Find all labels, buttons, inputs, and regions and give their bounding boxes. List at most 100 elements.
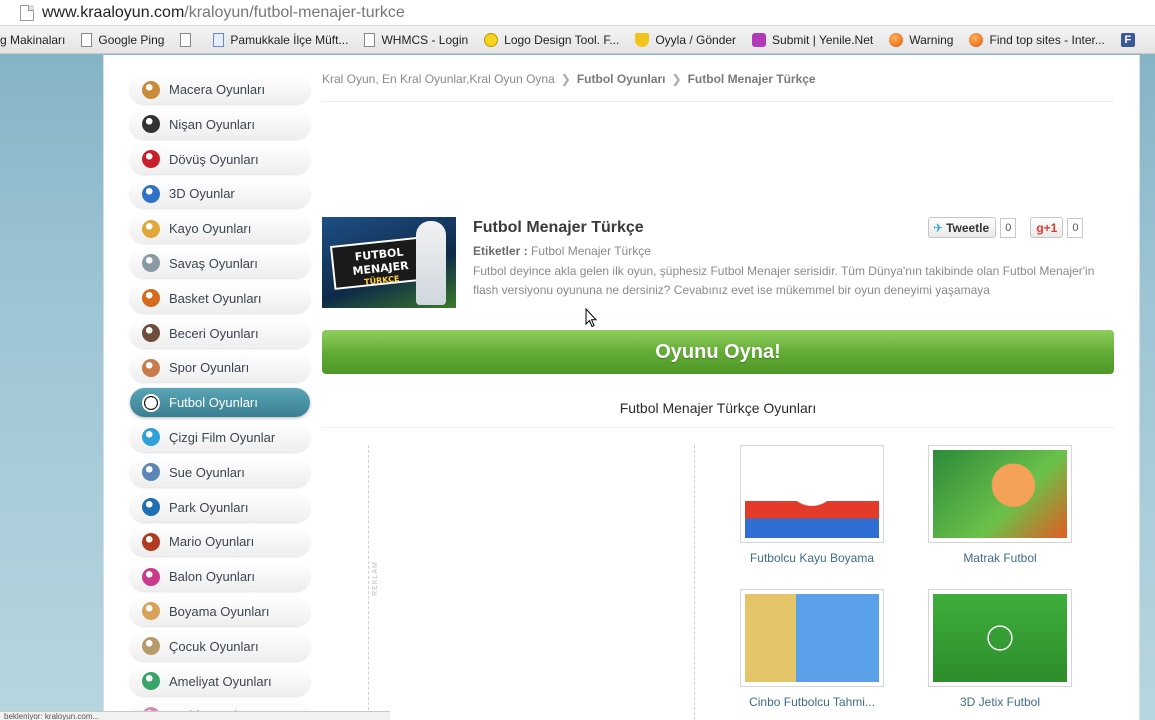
- sidebar-item-park[interactable]: Park Oyunları: [130, 492, 310, 522]
- orange-ball-icon: [969, 32, 984, 47]
- sidebar-item-macera[interactable]: Macera Oyunları: [130, 75, 310, 104]
- sidebar-item-label: Mario Oyunları: [169, 534, 255, 550]
- related-game-thumbnail[interactable]: [740, 445, 884, 543]
- kayu-image: [745, 450, 879, 538]
- tweet-label: Tweetle: [946, 220, 990, 235]
- sidebar-item-balon[interactable]: Balon Oyunları: [130, 562, 310, 592]
- bookmark-1[interactable]: g Makinaları: [0, 33, 65, 47]
- cartoon-icon: [142, 428, 160, 447]
- breadcrumb-current: Futbol Menajer Türkçe: [687, 72, 816, 86]
- smiley-icon: [484, 32, 499, 47]
- bookmark-google-ping[interactable]: Google Ping: [81, 32, 165, 47]
- sidebar-item-kayo[interactable]: Kayo Oyunları: [130, 214, 310, 244]
- jetix-image: [933, 594, 1067, 682]
- page: Macera Oyunları Nişan Oyunları Dövüş Oyunl…: [103, 55, 1140, 720]
- related-game-card[interactable]: Futbolcu Kayu Boyama: [740, 445, 884, 565]
- kayo-icon: [142, 219, 160, 238]
- helmet-icon: [142, 254, 160, 273]
- address-bar[interactable]: www.kraaloyun.com/kraloyun/futbol-menaje…: [0, 0, 1155, 26]
- sidebar-item-label: Beceri Oyunları: [169, 325, 259, 341]
- related-game-thumbnail[interactable]: [928, 445, 1072, 543]
- doc-icon: [364, 32, 376, 47]
- ad-label: REKLAM: [371, 561, 379, 596]
- bookmark-find-top-sites[interactable]: Find top sites - Inter...: [969, 32, 1105, 47]
- character-icon: [142, 324, 160, 343]
- sidebar-item-mario[interactable]: Mario Oyunları: [130, 527, 310, 557]
- game-description: Futbol deyince akla gelen ilk oyun, şüph…: [473, 264, 1095, 297]
- play-game-button[interactable]: Oyunu Oyna!: [322, 330, 1114, 374]
- related-game-card[interactable]: Matrak Futbol: [928, 445, 1072, 565]
- sidebar-item-futbol[interactable]: Futbol Oyunları: [130, 388, 310, 418]
- related-game-caption[interactable]: Futbolcu Kayu Boyama: [740, 551, 884, 565]
- bookmark-label: Google Ping: [98, 32, 165, 47]
- page-icon: [213, 32, 225, 47]
- bookmark-pamukkale[interactable]: Pamukkale İlçe Müft...: [213, 32, 348, 47]
- adventure-icon: [142, 80, 160, 99]
- bookmark-warning[interactable]: Warning: [889, 32, 953, 47]
- gplus-count: 0: [1067, 217, 1084, 238]
- bookmark-blank[interactable]: [180, 32, 197, 47]
- game-thumbnail[interactable]: FUTBOL MENAJER TÜRKÇE: [322, 217, 456, 308]
- sidebar-item-3d[interactable]: 3D Oyunlar: [130, 179, 310, 209]
- sidebar-item-ameliyat[interactable]: Ameliyat Oyunları: [130, 666, 310, 696]
- doc-icon: [180, 32, 192, 47]
- sidebar-item-çizgi[interactable]: Çizgi Film Oyunlar: [130, 422, 310, 452]
- sidebar-item-label: Çizgi Film Oyunlar: [169, 429, 276, 445]
- breadcrumb: Kral Oyun, En Kral Oyunlar,Kral Oyun Oyn…: [322, 72, 816, 86]
- url-path: /kraloyun/futbol-menajer-turkce: [184, 3, 405, 21]
- tags-label: Etiketler :: [473, 244, 528, 258]
- bookmark-facebook[interactable]: F: [1120, 32, 1141, 47]
- related-game-card[interactable]: Cinbo Futbolcu Tahmi...: [740, 589, 884, 709]
- gplus-label: +1: [1043, 220, 1058, 235]
- related-game-caption[interactable]: Matrak Futbol: [928, 551, 1072, 565]
- breadcrumb-category[interactable]: Futbol Oyunları: [577, 72, 666, 86]
- sidebar-item-beceri[interactable]: Beceri Oyunları: [130, 318, 310, 348]
- basketball-icon: [142, 289, 160, 308]
- cinbo-image: [745, 594, 879, 682]
- tweet-count: 0: [1000, 217, 1017, 238]
- sidebar-item-boyama[interactable]: Boyama Oyunları: [130, 596, 310, 626]
- doc-icon: [81, 32, 93, 47]
- sue-icon: [142, 463, 160, 482]
- mouse-cursor-icon: [585, 308, 597, 328]
- related-game-caption[interactable]: Cinbo Futbolcu Tahmi...: [740, 695, 884, 709]
- sidebar-item-dövüş[interactable]: Dövüş Oyunları: [130, 144, 310, 174]
- balloon-icon: [142, 567, 160, 586]
- sidebar-item-çocuk[interactable]: Çocuk Oyunları: [130, 631, 310, 661]
- matrak-image: [933, 450, 1067, 538]
- sidebar-item-savaş[interactable]: Savaş Oyunları: [130, 248, 310, 278]
- palette-icon: [142, 602, 160, 621]
- related-game-card[interactable]: 3D Jetix Futbol: [928, 589, 1072, 709]
- bookmark-yenile[interactable]: Submit | Yenile.Net: [752, 32, 874, 47]
- related-game-thumbnail[interactable]: [928, 589, 1072, 687]
- sidebar-item-label: Boyama Oyunları: [169, 603, 270, 619]
- tweet-button[interactable]: ✈ Tweetle: [928, 217, 997, 238]
- runner-icon: [142, 358, 160, 377]
- related-game-thumbnail[interactable]: [740, 589, 884, 687]
- tags-value[interactable]: Futbol Menajer Türkçe: [531, 244, 651, 258]
- sidebar-item-label: Çocuk Oyunları: [169, 638, 259, 654]
- sidebar-item-basket[interactable]: Basket Oyunları: [130, 283, 310, 313]
- child-icon: [142, 637, 160, 656]
- bookmark-logo-design[interactable]: Logo Design Tool. F...: [484, 32, 619, 47]
- bookmark-oyyla[interactable]: Oyyla / Gönder: [635, 32, 736, 47]
- breadcrumb-home[interactable]: Kral Oyun, En Kral Oyunlar,Kral Oyun Oyn…: [322, 72, 555, 86]
- game-title: Futbol Menajer Türkçe: [473, 219, 644, 236]
- bookmarks-bar: g Makinaları Google Ping Pamukkale İlçe …: [0, 26, 1155, 54]
- google-plus-button[interactable]: g +1: [1030, 217, 1064, 238]
- sidebar-item-label: Futbol Oyunları: [169, 395, 258, 411]
- page-icon: [20, 4, 34, 21]
- sidebar-item-nişan[interactable]: Nişan Oyunları: [130, 109, 310, 139]
- mask-icon: [752, 32, 767, 47]
- sidebar-item-label: Ameliyat Oyunları: [169, 673, 272, 689]
- sidebar-item-label: Basket Oyunları: [169, 290, 262, 306]
- bookmark-label: Submit | Yenile.Net: [772, 32, 874, 47]
- related-game-caption[interactable]: 3D Jetix Futbol: [928, 695, 1072, 709]
- 3d-glasses-icon: [142, 184, 160, 203]
- sidebar-item-label: Sue Oyunları: [169, 464, 245, 480]
- sidebar-item-spor[interactable]: Spor Oyunları: [130, 353, 310, 383]
- divider: [322, 427, 1114, 428]
- url-text[interactable]: www.kraaloyun.com/kraloyun/futbol-menaje…: [42, 4, 405, 22]
- sidebar-item-sue[interactable]: Sue Oyunları: [130, 457, 310, 487]
- bookmark-whmcs[interactable]: WHMCS - Login: [364, 32, 468, 47]
